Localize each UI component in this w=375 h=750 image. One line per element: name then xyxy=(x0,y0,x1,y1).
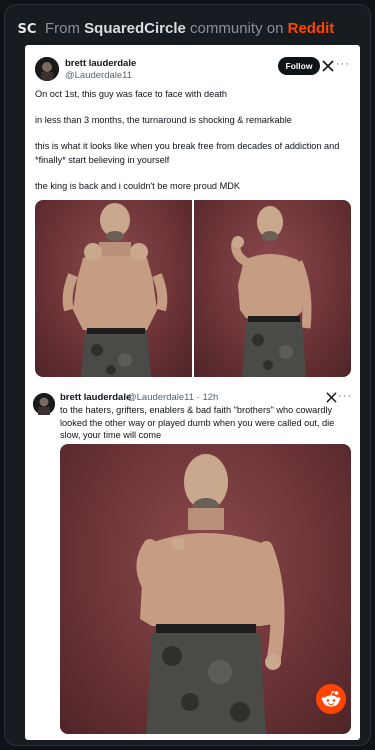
tweet-paragraph: the king is back and i couldn't be more … xyxy=(35,181,241,191)
x-logo-icon[interactable] xyxy=(322,60,334,72)
squaredcircle-logo-icon[interactable]: SC xyxy=(17,18,37,38)
tweet-photo-right[interactable] xyxy=(194,200,351,377)
tweet-paragraph: in less than 3 months, the turnaround is… xyxy=(35,115,292,125)
embed-frame: SC From SquaredCircle community on Reddi… xyxy=(4,4,371,746)
tweet-card: brett lauderdale @Lauderdale11 Follow ··… xyxy=(25,45,360,740)
tweet-header: brett lauderdale @Lauderdale11 Follow ··… xyxy=(35,57,350,85)
more-icon[interactable]: ··· xyxy=(336,58,350,70)
reply-author-name[interactable]: brett lauderdale xyxy=(60,392,131,403)
author-handle[interactable]: @Lauderdale11 xyxy=(65,70,132,81)
tweet-photo-left[interactable] xyxy=(35,200,192,377)
source-prefix: From xyxy=(45,19,85,37)
reply-avatar[interactable] xyxy=(33,393,55,415)
reply-text: to the haters, grifters, enablers & bad … xyxy=(60,405,335,440)
reddit-icon[interactable] xyxy=(316,684,346,714)
author-name[interactable]: brett lauderdale xyxy=(65,58,136,69)
tweet-image-grid xyxy=(35,200,351,377)
follow-button[interactable]: Follow xyxy=(278,57,320,75)
reply-meta[interactable]: @Lauderdale11 · 12h xyxy=(127,392,218,403)
svg-text:SC: SC xyxy=(18,22,37,37)
reddit-link[interactable]: Reddit xyxy=(288,20,335,37)
embed-header: SC From SquaredCircle community on Reddi… xyxy=(17,17,358,39)
reply-photo[interactable] xyxy=(60,444,351,734)
community-link[interactable]: SquaredCircle xyxy=(84,20,186,37)
embed-source-text: From SquaredCircle community on Reddit xyxy=(45,20,334,37)
avatar[interactable] xyxy=(35,57,59,81)
tweet-paragraph: this is what it looks like when you brea… xyxy=(35,141,340,165)
x-logo-icon[interactable] xyxy=(326,392,337,403)
source-middle: community on xyxy=(185,19,288,37)
tweet-paragraph: On oct 1st, this guy was face to face wi… xyxy=(35,89,228,99)
more-icon[interactable]: ··· xyxy=(338,390,352,402)
